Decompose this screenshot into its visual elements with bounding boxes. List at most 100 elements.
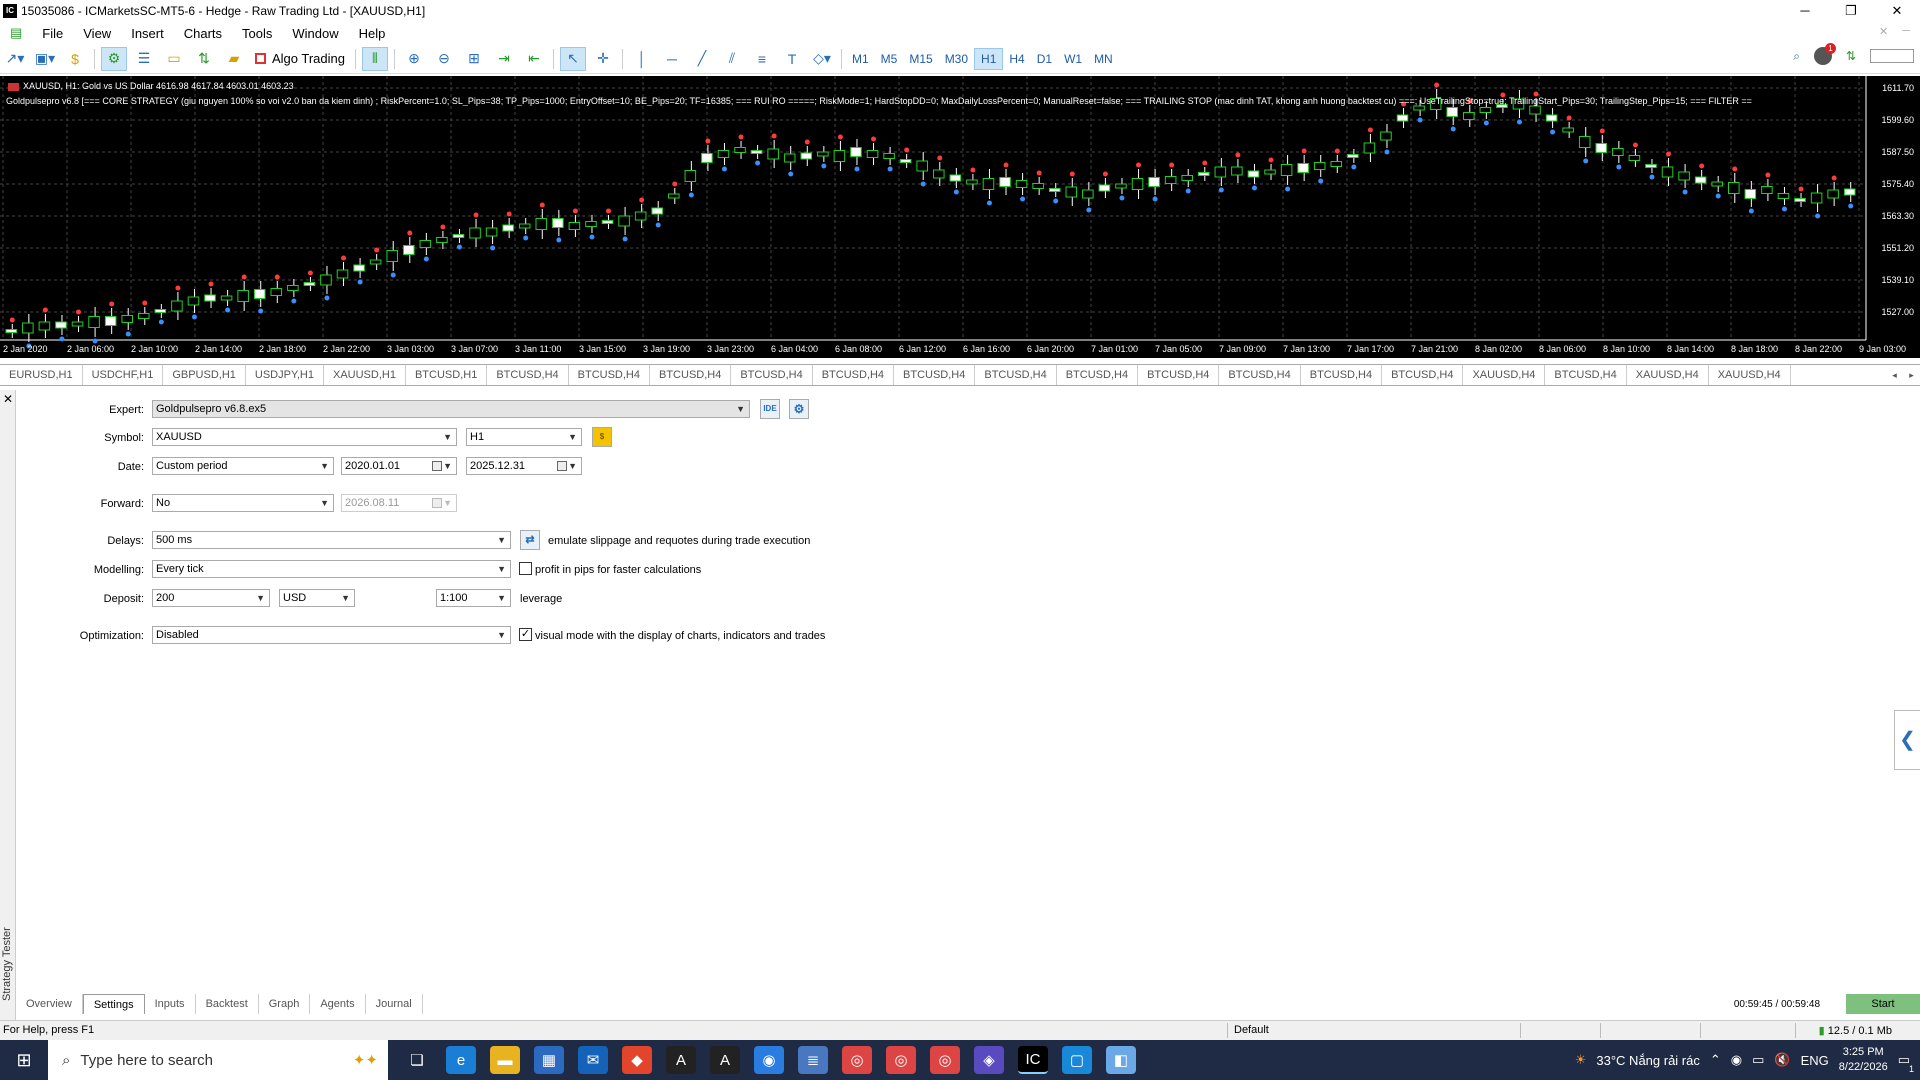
tf-d1[interactable]: D1 [1031,49,1058,69]
tester-tab-journal[interactable]: Journal [366,994,423,1014]
menu-file[interactable]: File [32,26,73,41]
app-blue-icon[interactable]: ▢ [1062,1046,1092,1074]
edge-icon[interactable]: e [446,1046,476,1074]
scroll-right-icon[interactable]: ▸ [1909,370,1914,381]
restore-icon[interactable]: ❐ [1828,0,1874,22]
windows-start-icon[interactable]: ⊞ [0,1040,48,1080]
tf-m1[interactable]: M1 [846,49,875,69]
taskbar-clock[interactable]: 3:25 PM 8/22/2026 [1839,1045,1888,1075]
chart-tab[interactable]: USDJPY,H1 [246,365,324,385]
start-button[interactable]: Start [1846,994,1920,1014]
chart-tab[interactable]: BTCUSD,H4 [1138,365,1220,385]
menu-insert[interactable]: Insert [121,26,174,41]
weather-text[interactable]: 33°C Nắng rải rác [1596,1053,1699,1068]
menu-view[interactable]: View [73,26,121,41]
chrome-badge-icon[interactable]: ◎ [930,1046,960,1074]
tf-m15[interactable]: M15 [903,49,938,69]
vertical-line-icon[interactable]: │ [629,47,655,71]
volume-muted-icon[interactable]: 🔇 [1774,1052,1790,1068]
tf-mn[interactable]: MN [1088,49,1119,69]
file-explorer-icon[interactable]: ▬ [490,1046,520,1074]
chart-tab[interactable]: BTCUSD,H4 [1382,365,1464,385]
menu-tools[interactable]: Tools [232,26,282,41]
expand-panel-icon[interactable]: ❮ [1894,710,1920,770]
bar-chart-icon[interactable]: ⫴ [362,46,388,71]
chart-tab[interactable]: BTCUSD,H1 [406,365,488,385]
store-icon[interactable]: ▦ [534,1046,564,1074]
mdi-restore-icon[interactable]: ─ [1902,25,1910,38]
chart-tab[interactable]: BTCUSD,H4 [1301,365,1383,385]
task-view-icon[interactable]: ❏ [402,1046,432,1074]
chrome-profile-icon[interactable]: ◎ [886,1046,916,1074]
chart-tab[interactable]: GBPUSD,H1 [163,365,246,385]
scroll-left-icon[interactable]: ◂ [1892,370,1897,381]
tf-h1[interactable]: H1 [974,47,1004,70]
crosshair-icon[interactable]: ✛ [590,47,616,71]
expert-settings-icon[interactable]: ⚙ [789,399,809,419]
notifications-icon[interactable]: 1 [1813,43,1836,65]
chart-templates-icon[interactable]: ▣▾ [32,47,58,71]
chart-tab[interactable]: BTCUSD,H4 [487,365,569,385]
chart-tab[interactable]: BTCUSD,H4 [813,365,895,385]
taskbar-search[interactable]: ⌕ Type here to search ✦✦ [48,1040,388,1080]
navigator-icon[interactable]: ▭ [161,47,187,71]
chart-tab[interactable]: XAUUSD,H4 [1709,365,1791,385]
date-to-picker[interactable]: 2025.12.31 ▼ [466,457,582,475]
mdi-app-icon[interactable]: ▤ [0,25,32,41]
tf-m30[interactable]: M30 [939,49,974,69]
show-hidden-icon[interactable]: ⌃ [1710,1052,1721,1068]
app-a2-icon[interactable]: A [710,1046,740,1074]
symbol-select[interactable]: XAUUSD ▼ [152,428,457,446]
notification-center-icon[interactable]: ▭ 1 [1898,1052,1914,1074]
tester-tab-agents[interactable]: Agents [310,994,366,1014]
zoom-in-icon[interactable]: ⊕ [401,47,427,71]
chart-tab[interactable]: BTCUSD,H4 [731,365,813,385]
tf-m5[interactable]: M5 [875,49,904,69]
chart-tab[interactable]: BTCUSD,H4 [1545,365,1627,385]
menu-charts[interactable]: Charts [174,26,232,41]
tester-tab-overview[interactable]: Overview [16,994,83,1014]
delays-select[interactable]: 500 ms ▼ [152,531,511,549]
notepad-icon[interactable]: ≣ [798,1046,828,1074]
app-note-icon[interactable]: ◧ [1106,1046,1136,1074]
deposit-select[interactable]: 200 ▼ [152,589,270,607]
tab-scroll-arrows[interactable]: ◂ ▸ [1886,365,1920,385]
horizontal-line-icon[interactable]: ─ [659,47,685,71]
signal-icon[interactable]: ⇅ [1846,49,1856,63]
expert-select[interactable]: Goldpulsepro v6.8.ex5 ▼ [152,400,750,418]
cursor-icon[interactable]: ↖ [560,46,586,71]
chart-tab[interactable]: BTCUSD,H4 [650,365,732,385]
new-chart-icon[interactable]: ↗▾ [2,47,28,71]
mdi-minimize-icon[interactable]: ✕ [1879,25,1888,38]
network-icon[interactable]: ▭ [1752,1052,1764,1068]
market-icon[interactable]: ▰ [221,47,247,71]
pips-checkbox[interactable] [519,562,532,575]
text-icon[interactable]: T [779,47,805,71]
chart-shift-icon[interactable]: ⇤ [521,47,547,71]
leverage-select[interactable]: 1:100 ▼ [436,589,511,607]
algo-trading-button[interactable]: Algo Trading [249,51,351,66]
price-chart[interactable]: XAUUSD, H1: Gold vs US Dollar 4616.98 46… [0,76,1920,358]
close-panel-icon[interactable]: ✕ [3,392,13,406]
chat-app-icon[interactable]: ◉ [754,1046,784,1074]
chart-tab[interactable]: BTCUSD,H4 [1219,365,1301,385]
grid-icon[interactable]: ⊞ [461,47,487,71]
tester-tab-settings[interactable]: Settings [82,994,145,1014]
market-watch-icon[interactable]: ☰ [131,47,157,71]
chart-tab[interactable]: BTCUSD,H4 [975,365,1057,385]
tf-w1[interactable]: W1 [1058,49,1088,69]
app-a-icon[interactable]: A [666,1046,696,1074]
language-indicator[interactable]: ENG [1801,1053,1829,1068]
close-icon[interactable]: ✕ [1874,0,1920,22]
chart-tab[interactable]: XAUUSD,H1 [324,365,406,385]
outlook-icon[interactable]: ✉ [578,1046,608,1074]
chart-tab[interactable]: EURUSD,H1 [0,365,83,385]
profiles-icon[interactable]: ⚙ [101,46,127,71]
chart-tab[interactable]: BTCUSD,H4 [894,365,976,385]
menu-window[interactable]: Window [282,26,348,41]
chart-tab[interactable]: BTCUSD,H4 [569,365,650,385]
fibonacci-icon[interactable]: ≡ [749,47,775,71]
brave-icon[interactable]: ◆ [622,1046,652,1074]
optimization-select[interactable]: Disabled ▼ [152,626,511,644]
chart-tab[interactable]: XAUUSD,H4 [1627,365,1709,385]
